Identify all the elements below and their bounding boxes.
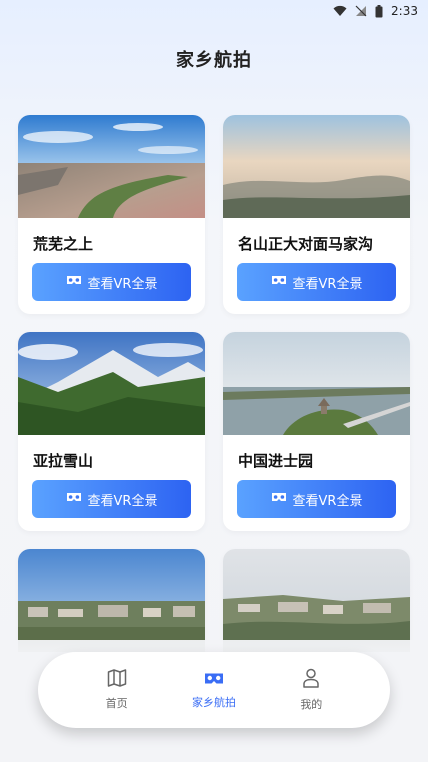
card-title: 名山正大对面马家沟 [238, 235, 374, 253]
battery-icon [375, 4, 383, 18]
card-photo-river [223, 332, 410, 435]
aerial-card[interactable]: 名山正大对面马家沟 查看VR全景 [223, 115, 410, 314]
vr-glasses-icon [271, 275, 287, 290]
tab-aerial[interactable]: 家乡航拍 [179, 671, 249, 710]
card-title: 荒芜之上 [33, 235, 94, 253]
view-vr-label: 查看VR全景 [87, 493, 158, 509]
wifi-icon [333, 5, 347, 17]
vr-glasses-icon [271, 492, 287, 507]
vr-glasses-icon [66, 275, 82, 290]
aerial-card[interactable]: 亚拉雪山 查看VR全景 [18, 332, 205, 531]
person-icon [302, 668, 320, 692]
status-time: 2:33 [391, 4, 418, 18]
card-photo-snow [18, 332, 205, 435]
view-vr-button[interactable]: 查看VR全景 [237, 480, 396, 518]
card-title: 亚拉雪山 [33, 452, 94, 470]
tab-profile[interactable]: 我的 [276, 668, 346, 712]
no-signal-icon [355, 5, 367, 17]
tab-label: 首页 [105, 697, 128, 710]
view-vr-label: 查看VR全景 [292, 276, 363, 292]
tab-home[interactable]: 首页 [82, 669, 152, 711]
status-bar: 2:33 [0, 0, 428, 22]
card-photo-town [223, 549, 410, 652]
tab-label: 家乡航拍 [191, 695, 236, 709]
card-photo-town [18, 549, 205, 652]
aerial-card[interactable]: 荒芜之上 查看VR全景 [18, 115, 205, 314]
bottom-tab-bar: 首页 家乡航拍 我的 [38, 652, 390, 728]
view-vr-label: 查看VR全景 [87, 276, 158, 292]
view-vr-button[interactable]: 查看VR全景 [32, 263, 191, 301]
tab-label: 我的 [300, 698, 323, 711]
card-photo-haze [223, 115, 410, 218]
view-vr-label: 查看VR全景 [292, 493, 363, 509]
card-title: 中国进士园 [238, 452, 314, 470]
vr-icon [204, 671, 224, 690]
aerial-card[interactable]: 中国进士园 查看VR全景 [223, 332, 410, 531]
view-vr-button[interactable]: 查看VR全景 [32, 480, 191, 518]
vr-glasses-icon [66, 492, 82, 507]
page-title: 家乡航拍 [176, 50, 252, 71]
view-vr-button[interactable]: 查看VR全景 [237, 263, 396, 301]
map-icon [107, 669, 127, 691]
card-photo-desert [18, 115, 205, 218]
